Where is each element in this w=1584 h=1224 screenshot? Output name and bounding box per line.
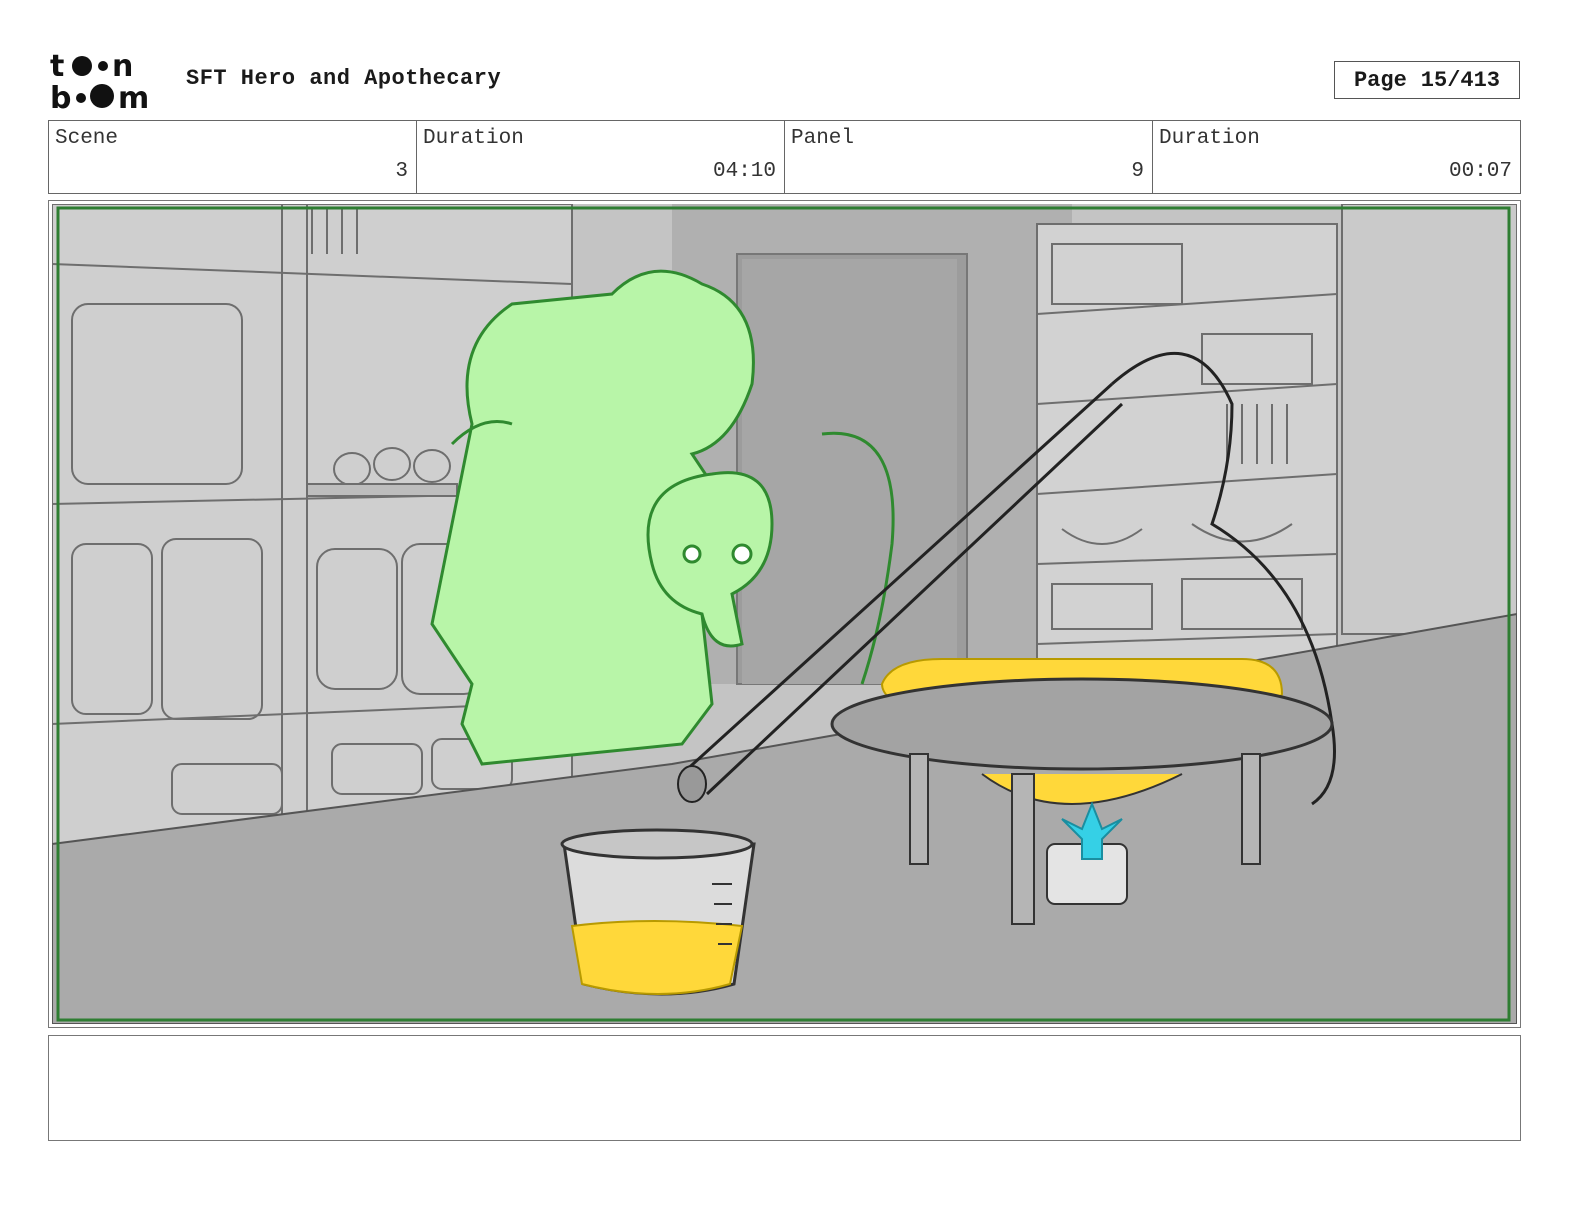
panel-notes <box>48 1035 1521 1141</box>
panel-info-row: Scene 3 Duration 04:10 Panel 9 Duration … <box>48 120 1521 194</box>
page-number: 15/413 <box>1420 67 1501 93</box>
panel-duration-value: 00:07 <box>1448 160 1512 183</box>
scene-duration-value: 04:10 <box>712 160 776 183</box>
right-shelves <box>1036 204 1517 675</box>
toon-boom-logo: t n b m <box>50 50 166 112</box>
scene-value: 3 <box>395 160 408 183</box>
scene-label: Scene <box>55 127 119 150</box>
panel-drawing <box>52 204 1517 1024</box>
svg-text:b: b <box>50 81 71 112</box>
page-label: Page <box>1353 67 1407 93</box>
scene-cell: Scene 3 <box>49 121 417 193</box>
panel-value: 9 <box>1131 160 1144 183</box>
panel-label: Panel <box>791 127 855 150</box>
panel-cell: Panel 9 <box>785 121 1153 193</box>
svg-text:t: t <box>50 50 64 84</box>
panel-duration-cell: Duration 00:07 <box>1153 121 1520 193</box>
page-indicator: Page 15/413 <box>1334 61 1520 99</box>
scene-duration-cell: Duration 04:10 <box>417 121 785 193</box>
storyboard-panel <box>48 200 1521 1028</box>
beaker <box>560 828 756 996</box>
scene-duration-label: Duration <box>423 127 524 150</box>
svg-text:m: m <box>118 81 149 112</box>
project-title: SFT Hero and Apothecary <box>186 66 502 91</box>
panel-duration-label: Duration <box>1159 127 1260 150</box>
svg-text:n: n <box>112 50 133 84</box>
